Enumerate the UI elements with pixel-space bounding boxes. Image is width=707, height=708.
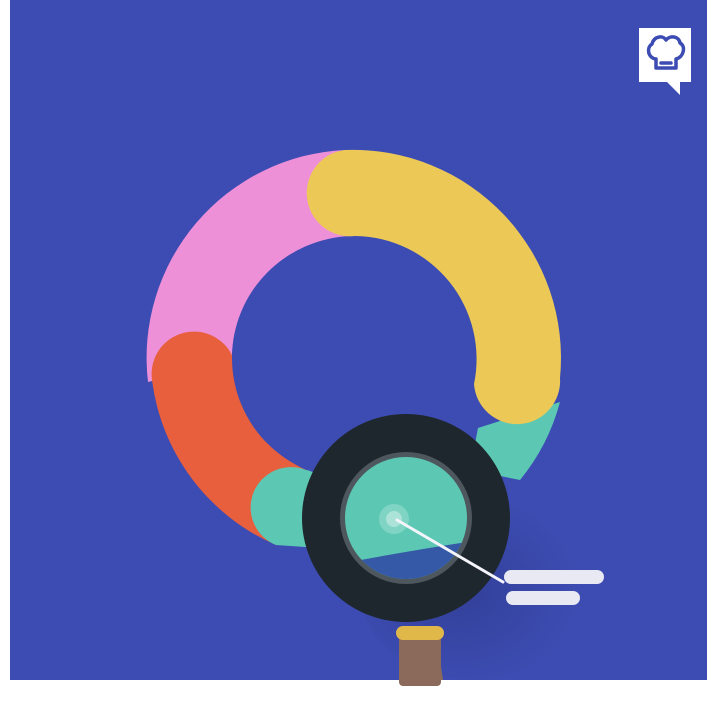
lens-dot-inner — [386, 511, 402, 527]
illustration-canvas — [0, 0, 707, 708]
label-bar-long — [504, 570, 604, 584]
illustration — [0, 0, 707, 708]
magnifier-collar — [396, 626, 444, 640]
magnifier-handle-shaft — [403, 640, 443, 680]
label-bar-short — [506, 591, 580, 605]
chef-badge-link[interactable] — [637, 28, 691, 84]
